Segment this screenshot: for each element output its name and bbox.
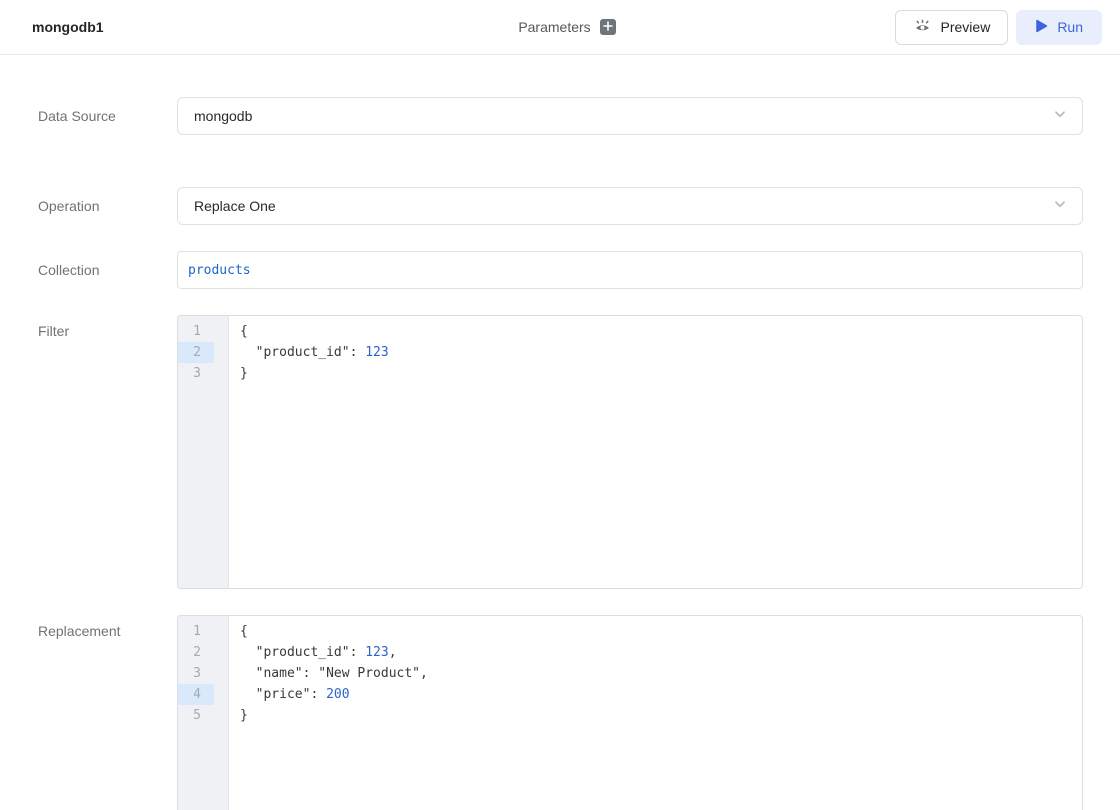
data-source-row: Data Source mongodb <box>38 97 1120 135</box>
data-source-value: mongodb <box>194 108 1052 124</box>
collection-value: products <box>188 263 251 278</box>
line-number: 3 <box>178 363 214 384</box>
query-editor-topbar: mongodb1 Parameters Previe <box>0 0 1120 55</box>
operation-value: Replace One <box>194 198 1052 214</box>
code-line: "name": "New Product", <box>240 663 1082 684</box>
code-line: "product_id": 123 <box>240 342 1082 363</box>
filter-row: Filter 123 { "product_id": 123} <box>38 315 1120 589</box>
code-line: { <box>240 621 1082 642</box>
line-number-gutter: 12345 <box>178 616 229 810</box>
chevron-down-icon <box>1052 106 1068 127</box>
query-form: Data Source mongodb Operation Replace On… <box>0 55 1120 810</box>
add-parameter-button[interactable] <box>600 19 616 35</box>
code-area[interactable]: { "product_id": 123, "name": "New Produc… <box>230 616 1082 726</box>
replacement-label: Replacement <box>38 615 177 810</box>
parameters-section: Parameters <box>518 19 615 35</box>
eye-icon <box>913 18 932 37</box>
code-line: { <box>240 321 1082 342</box>
filter-label: Filter <box>38 315 177 589</box>
run-button-label: Run <box>1057 19 1083 35</box>
line-number-gutter: 123 <box>178 316 229 588</box>
operation-label: Operation <box>38 198 177 214</box>
line-number: 1 <box>178 321 214 342</box>
operation-row: Operation Replace One <box>38 187 1120 225</box>
line-number: 2 <box>178 342 214 363</box>
play-icon <box>1035 19 1048 36</box>
query-title: mongodb1 <box>32 19 518 35</box>
topbar-actions: Preview Run <box>616 10 1102 45</box>
preview-button[interactable]: Preview <box>895 10 1009 45</box>
preview-button-label: Preview <box>941 19 991 35</box>
data-source-select[interactable]: mongodb <box>177 97 1083 135</box>
collection-input[interactable]: products <box>177 251 1083 289</box>
code-line: "price": 200 <box>240 684 1082 705</box>
line-number: 1 <box>178 621 214 642</box>
data-source-label: Data Source <box>38 108 177 124</box>
collection-row: Collection products <box>38 251 1120 289</box>
operation-select[interactable]: Replace One <box>177 187 1083 225</box>
plus-icon <box>603 18 613 36</box>
parameters-label: Parameters <box>518 19 590 35</box>
line-number: 2 <box>178 642 214 663</box>
replacement-row: Replacement 12345 { "product_id": 123, "… <box>38 615 1120 810</box>
line-number: 4 <box>178 684 214 705</box>
filter-code-editor[interactable]: 123 { "product_id": 123} <box>177 315 1083 589</box>
code-area[interactable]: { "product_id": 123} <box>230 316 1082 384</box>
line-number: 3 <box>178 663 214 684</box>
chevron-down-icon <box>1052 196 1068 217</box>
run-button[interactable]: Run <box>1016 10 1102 45</box>
collection-label: Collection <box>38 262 177 278</box>
replacement-code-editor[interactable]: 12345 { "product_id": 123, "name": "New … <box>177 615 1083 810</box>
code-line: "product_id": 123, <box>240 642 1082 663</box>
code-line: } <box>240 363 1082 384</box>
line-number: 5 <box>178 705 214 726</box>
code-line: } <box>240 705 1082 726</box>
